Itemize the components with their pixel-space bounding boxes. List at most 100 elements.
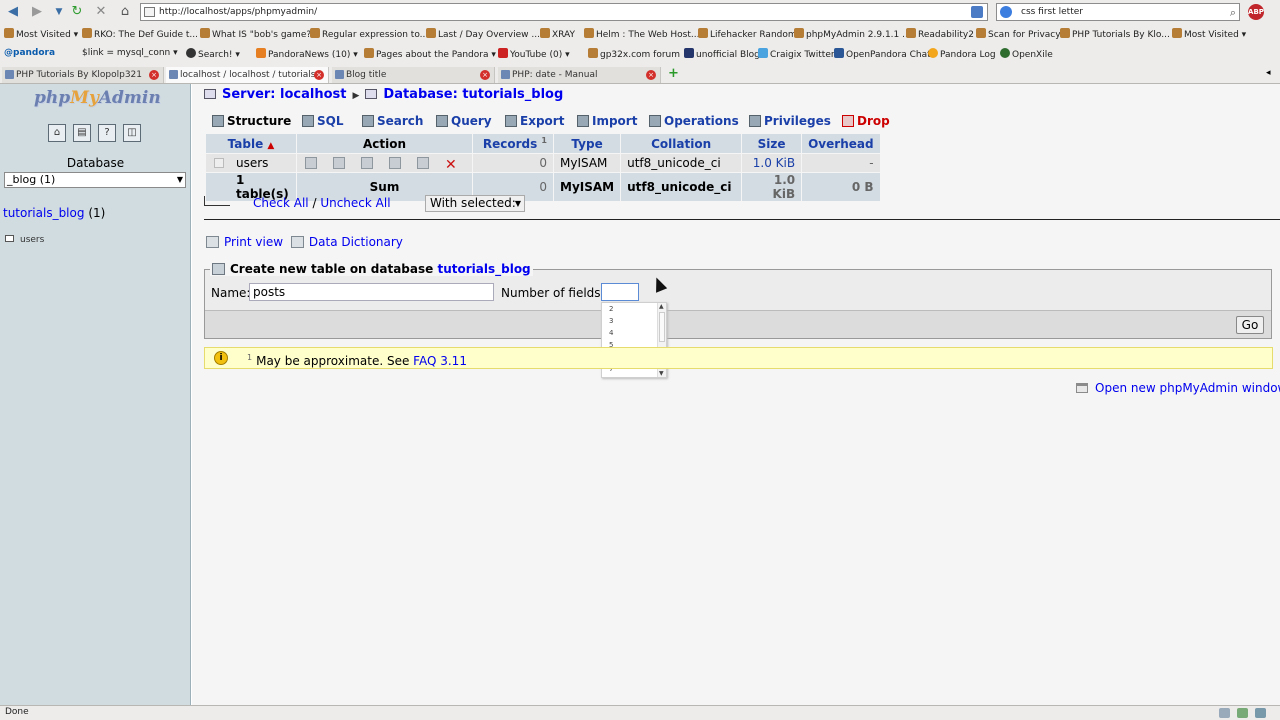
tab-privileges[interactable]: Privileges	[749, 111, 831, 131]
bookmark-item[interactable]: $link = mysql_conn ▾	[82, 48, 178, 58]
col-records-header[interactable]: Records 1	[473, 134, 553, 153]
search-icon[interactable]: ⌕	[1230, 5, 1236, 21]
bookmark-item[interactable]: What IS "bob's game?"	[200, 28, 315, 40]
bookmark-item[interactable]: Last / Day Overview ...	[426, 28, 540, 40]
data-dictionary-link[interactable]: Data Dictionary	[309, 235, 403, 249]
database-select[interactable]: _blog (1) ▼	[4, 172, 186, 188]
bookmark-item[interactable]: Helm : The Web Host...	[584, 28, 699, 40]
bookmark-item[interactable]: PandoraNews (10) ▾	[256, 48, 358, 60]
bookmark-item[interactable]: phpMyAdmin 2.9.1.1 ...	[794, 28, 911, 40]
back-icon[interactable]: ◀	[4, 4, 22, 20]
tab-sql[interactable]: SQL	[302, 111, 344, 131]
new-tab-icon[interactable]: +	[668, 66, 679, 81]
bookmark-item[interactable]: Search! ▾	[186, 48, 240, 60]
check-all-link[interactable]: Check All	[253, 196, 309, 210]
bookmark-item[interactable]: Pages about the Pandora ▾	[364, 48, 496, 60]
tab-export[interactable]: Export	[505, 111, 564, 131]
browser-tab[interactable]: PHP: date - Manual ×	[498, 67, 661, 83]
browser-tab[interactable]: PHP Tutorials By Klopolp321 ×	[2, 67, 164, 83]
empty-icon[interactable]	[417, 156, 429, 169]
bookmark-item[interactable]: PHP Tutorials By Klo...	[1060, 28, 1170, 40]
scrollbar-thumb[interactable]	[659, 312, 665, 342]
close-tab-icon[interactable]: ×	[314, 70, 324, 80]
bookmark-item[interactable]: Craigix Twitter	[758, 48, 835, 60]
tab-query[interactable]: Query	[436, 111, 492, 131]
tab-search[interactable]: Search	[362, 111, 423, 131]
phpmyadmin-logo[interactable]: phpMyAdmin	[34, 88, 161, 108]
bookmark-item[interactable]: Scan for Privacy	[976, 28, 1061, 40]
bookmark-item[interactable]: @pandora	[4, 48, 55, 58]
forward-icon[interactable]: ▶	[28, 4, 46, 20]
table-name-cell[interactable]: users	[206, 154, 296, 172]
sql-docs-icon[interactable]: ◫	[123, 124, 141, 142]
adblock-icon[interactable]: ABP	[1248, 4, 1264, 20]
bookmark-item[interactable]: OpenXile	[1000, 48, 1053, 60]
row-checkbox[interactable]	[214, 158, 224, 168]
close-tab-icon[interactable]: ×	[646, 70, 656, 80]
addon-icon[interactable]	[1219, 708, 1230, 718]
bookmark-item[interactable]: YouTube (0) ▾	[498, 48, 570, 60]
search-icon[interactable]	[361, 156, 373, 169]
sidebar-table-users[interactable]: users	[5, 235, 44, 245]
bookmark-item[interactable]: Pandora Log	[928, 48, 996, 60]
scroll-down-icon[interactable]: ▼	[659, 370, 664, 377]
tab-list-icon[interactable]: ◂	[1266, 68, 1271, 78]
home-icon[interactable]: ⌂	[116, 4, 134, 20]
tab-import[interactable]: Import	[577, 111, 637, 131]
dropdown-option[interactable]: 3	[609, 317, 613, 325]
tab-structure[interactable]: Structure	[212, 111, 291, 131]
bookmark-item[interactable]: Most Visited ▾	[1172, 28, 1246, 40]
history-dropdown-icon[interactable]: ▼	[50, 4, 68, 20]
open-new-window-link[interactable]: Open new phpMyAdmin window	[1095, 381, 1280, 395]
browser-tab-active[interactable]: localhost / localhost / tutorials ×	[166, 67, 329, 83]
browse-icon[interactable]	[305, 156, 317, 169]
bookmark-item[interactable]: unofficial Blog	[684, 48, 760, 60]
tab-drop[interactable]: Drop	[842, 111, 890, 131]
close-tab-icon[interactable]: ×	[480, 70, 490, 80]
structure-icon[interactable]	[333, 156, 345, 169]
col-collation-header[interactable]: Collation	[621, 134, 742, 153]
col-size-header[interactable]: Size	[742, 134, 802, 153]
reload-icon[interactable]: ↻	[68, 4, 86, 20]
google-icon[interactable]	[1000, 6, 1012, 18]
database-link[interactable]: tutorials_blog (1)	[3, 206, 105, 220]
bookmark-item[interactable]: OpenPandora Chat	[834, 48, 931, 60]
search-bar[interactable]: css first letter ⌕	[996, 3, 1240, 21]
number-of-fields-input[interactable]	[601, 283, 639, 301]
browser-tab[interactable]: Blog title ×	[332, 67, 495, 83]
close-tab-icon[interactable]: ×	[149, 70, 159, 80]
url-bar[interactable]: http://localhost/apps/phpmyadmin/	[140, 3, 988, 21]
drop-table-icon[interactable]: ✕	[445, 158, 457, 172]
col-table-header[interactable]: Table ▲	[206, 134, 296, 153]
breadcrumb-server[interactable]: Server: localhost	[222, 87, 346, 102]
addon-icon[interactable]	[1237, 708, 1248, 718]
documentation-icon[interactable]: ?	[98, 124, 116, 142]
sql-query-icon[interactable]: ▤	[73, 124, 91, 142]
bookmark-item[interactable]: XRAY	[540, 28, 575, 40]
size-cell[interactable]: 1.0 KiB	[742, 154, 802, 172]
breadcrumb-database[interactable]: Database: tutorials_blog	[383, 87, 563, 102]
bookmark-item[interactable]: Most Visited ▾	[4, 28, 78, 40]
table-name-input[interactable]: posts	[249, 283, 494, 301]
stop-icon[interactable]: ✕	[92, 4, 110, 20]
feed-icon[interactable]	[971, 6, 983, 18]
bookmark-item[interactable]: Lifehacker Random	[698, 28, 797, 40]
dropdown-option[interactable]: 4	[609, 329, 613, 337]
tab-operations[interactable]: Operations	[649, 111, 739, 131]
bookmark-item[interactable]: Regular expression to...	[310, 28, 428, 40]
uncheck-all-link[interactable]: Uncheck All	[320, 196, 390, 210]
bookmark-item[interactable]: gp32x.com forum	[588, 48, 680, 60]
table-icon[interactable]	[5, 235, 14, 242]
dropdown-option[interactable]: 2	[609, 305, 613, 313]
bookmark-item[interactable]: Readability2	[906, 28, 974, 40]
bookmark-item[interactable]: RKO: The Def Guide t...	[82, 28, 198, 40]
with-selected-select[interactable]: With selected: ▼	[425, 195, 525, 212]
go-button[interactable]: Go	[1236, 316, 1264, 334]
print-view-link[interactable]: Print view	[224, 235, 283, 249]
col-overhead-header[interactable]: Overhead	[802, 134, 880, 153]
faq-link[interactable]: FAQ 3.11	[413, 354, 467, 368]
home-icon[interactable]: ⌂	[48, 124, 66, 142]
col-type-header[interactable]: Type	[554, 134, 621, 153]
legend-database-link[interactable]: tutorials_blog	[437, 262, 530, 276]
scroll-up-icon[interactable]: ▲	[659, 303, 664, 310]
